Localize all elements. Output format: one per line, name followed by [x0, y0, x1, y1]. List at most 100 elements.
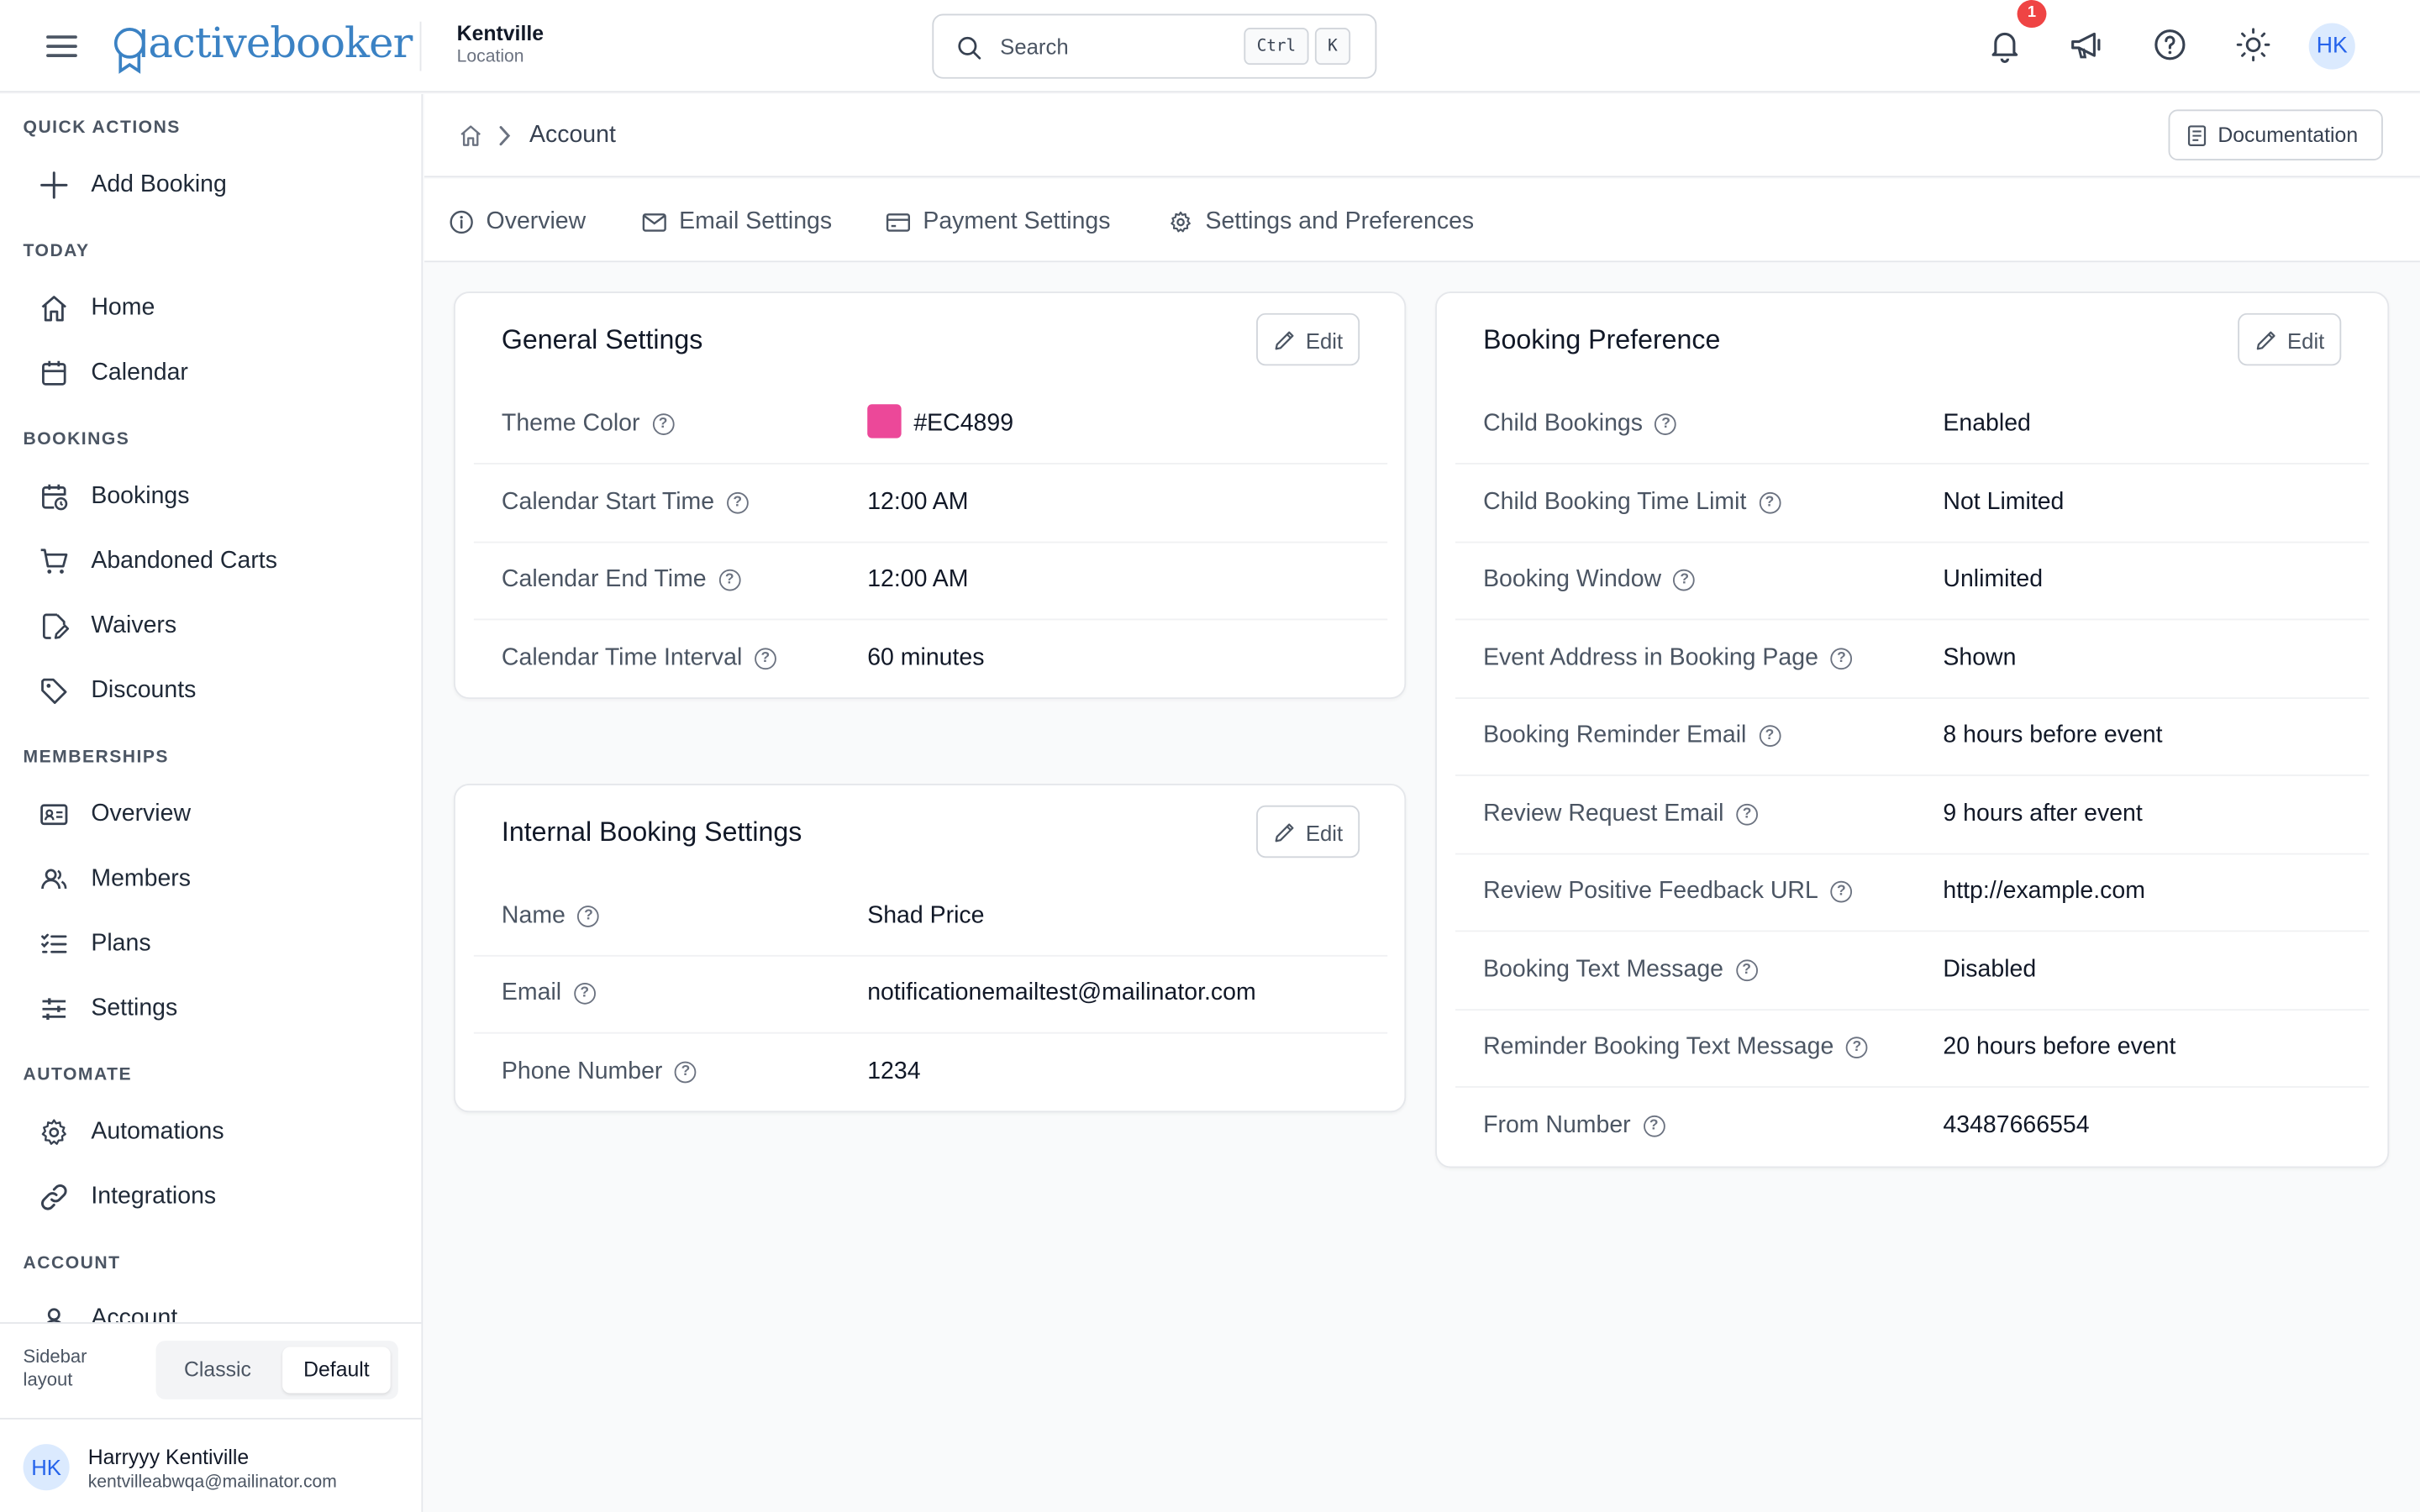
sidebar-item-bookings[interactable]: Bookings — [24, 469, 402, 524]
sidebar-item-plans[interactable]: Plans — [24, 916, 402, 972]
tab-overview[interactable]: Overview — [449, 205, 586, 239]
setting-value: 43487666554 — [1943, 1112, 2090, 1139]
setting-value: Disabled — [1943, 956, 2037, 983]
sidebar-item-calendar[interactable]: Calendar — [24, 345, 402, 401]
setting-row-calendar-interval: Calendar Time Interval? 60 minutes — [474, 622, 1387, 699]
setting-value: 8 hours before event — [1943, 722, 2163, 748]
sidebar-item-abandoned-carts[interactable]: Abandoned Carts — [24, 533, 402, 589]
help-icon[interactable]: ? — [1759, 725, 1781, 747]
tab-payment-settings[interactable]: Payment Settings — [886, 205, 1110, 239]
help-icon[interactable]: ? — [1736, 803, 1758, 826]
setting-row-feedback-url: Review Positive Feedback URL? http://exa… — [1455, 855, 2370, 932]
card-title: Booking Preference — [1483, 323, 1721, 355]
sidebar-item-settings[interactable]: Settings — [24, 981, 402, 1037]
user-avatar[interactable]: HK — [2308, 23, 2355, 70]
setting-value: #EC4899 — [867, 404, 1013, 438]
setting-label: Booking Reminder Email? — [1483, 722, 1781, 750]
sidebar-item-label: Members — [91, 865, 192, 892]
sidebar-item-label: Integrations — [91, 1183, 217, 1210]
section-automate: AUTOMATE — [23, 1066, 133, 1085]
label-text: Review Positive Feedback URL — [1483, 878, 1818, 905]
sun-icon[interactable] — [2235, 26, 2272, 63]
sidebar-item-label: Home — [91, 294, 155, 322]
layout-classic-option[interactable]: Classic — [166, 1347, 271, 1393]
help-icon[interactable]: ? — [755, 648, 776, 670]
sidebar-item-label: Overview — [91, 801, 192, 827]
help-icon[interactable]: ? — [573, 982, 596, 1005]
location-switcher[interactable]: Kentville Location — [457, 22, 544, 66]
help-icon[interactable]: ? — [675, 1061, 697, 1084]
setting-value: Shown — [1943, 644, 2017, 671]
sliders-icon — [37, 992, 71, 1026]
documentation-button[interactable]: Documentation — [2168, 109, 2383, 161]
pencil-icon — [1275, 331, 1294, 350]
sidebar-item-label: Bookings — [91, 482, 190, 510]
label-text: Reminder Booking Text Message — [1483, 1033, 1834, 1060]
label-text: Email — [501, 979, 562, 1006]
setting-row-child-booking-time-limit: Child Booking Time Limit? Not Limited — [1455, 466, 2370, 543]
megaphone-icon[interactable] — [2068, 26, 2105, 63]
home-icon[interactable] — [458, 123, 482, 148]
setting-row-booking-text-message: Booking Text Message? Disabled — [1455, 933, 2370, 1011]
setting-value: Unlimited — [1943, 566, 2044, 593]
sidebar-item-overview[interactable]: Overview — [24, 787, 402, 843]
plus-icon — [37, 168, 71, 202]
help-icon[interactable]: ? — [1830, 648, 1853, 670]
label-text: Booking Text Message — [1483, 956, 1723, 983]
section-today: TODAY — [23, 242, 90, 261]
help-icon[interactable]: ? — [652, 413, 674, 435]
layout-default-option[interactable]: Default — [282, 1347, 391, 1394]
logo[interactable]: activebooker — [111, 13, 413, 74]
sidebar-item-home[interactable]: Home — [24, 281, 402, 336]
setting-label: Child Booking Time Limit? — [1483, 489, 1781, 517]
help-icon[interactable]: ? — [577, 906, 600, 927]
help-icon[interactable] — [2151, 26, 2188, 63]
menu-icon[interactable] — [43, 29, 80, 63]
info-icon — [450, 210, 473, 234]
gear-icon — [37, 1116, 71, 1149]
pencil-icon — [1275, 823, 1294, 843]
sidebar-item-members[interactable]: Members — [24, 852, 402, 907]
help-icon[interactable]: ? — [1735, 959, 1758, 982]
help-icon[interactable]: ? — [718, 569, 741, 591]
sidebar-item-add-booking[interactable]: Add Booking — [24, 157, 402, 213]
help-icon[interactable]: ? — [726, 491, 749, 514]
home-icon — [37, 291, 71, 325]
setting-label: Child Bookings? — [1483, 411, 1677, 438]
user-email: kentvilleabwqa@mailinator.com — [87, 1473, 337, 1493]
edit-internal-booking-button[interactable]: Edit — [1256, 805, 1360, 858]
help-icon[interactable]: ? — [1643, 1115, 1665, 1137]
sidebar-item-waivers[interactable]: Waivers — [24, 599, 402, 654]
setting-row-event-address: Event Address in Booking Page? Shown — [1455, 622, 2370, 700]
label-text: Phone Number — [501, 1058, 663, 1085]
notification-badge: 1 — [2017, 0, 2047, 29]
setting-label: Booking Window? — [1483, 566, 1696, 594]
sidebar-item-automations[interactable]: Automations — [24, 1105, 402, 1160]
card-title: General Settings — [501, 323, 703, 355]
search-placeholder: Search — [1000, 34, 1069, 59]
tab-label: Settings and Preferences — [1205, 207, 1475, 235]
label-text: Calendar Time Interval — [501, 644, 743, 671]
search-input[interactable]: Search Ctrl K — [932, 13, 1377, 79]
edit-general-settings-button[interactable]: Edit — [1256, 312, 1360, 366]
user-profile[interactable]: HK Harryyy Kentiville kentvilleabwqa@mai… — [0, 1417, 422, 1512]
help-icon[interactable]: ? — [1655, 413, 1677, 435]
tab-email-settings[interactable]: Email Settings — [642, 205, 832, 239]
help-icon[interactable]: ? — [1673, 569, 1696, 591]
sidebar-item-discounts[interactable]: Discounts — [24, 664, 402, 719]
section-quick-actions: QUICK ACTIONS — [23, 118, 181, 138]
edit-booking-preference-button[interactable]: Edit — [2238, 312, 2342, 366]
avatar: HK — [23, 1444, 70, 1491]
sidebar-item-label: Abandoned Carts — [91, 548, 277, 575]
color-swatch — [867, 404, 902, 438]
setting-row-name: Name? Shad Price — [473, 879, 1388, 957]
id-card-icon — [37, 798, 71, 832]
sidebar-item-integrations[interactable]: Integrations — [24, 1169, 402, 1225]
help-icon[interactable]: ? — [1759, 491, 1781, 514]
help-icon[interactable]: ? — [1830, 880, 1853, 903]
bell-icon[interactable] — [1986, 26, 2023, 63]
tab-settings-preferences[interactable]: Settings and Preferences — [1168, 205, 1474, 239]
setting-label: Reminder Booking Text Message? — [1483, 1034, 1868, 1062]
help-icon[interactable]: ? — [1846, 1037, 1868, 1058]
app-root: activebooker Kentville Location Search C… — [0, 0, 2420, 1512]
